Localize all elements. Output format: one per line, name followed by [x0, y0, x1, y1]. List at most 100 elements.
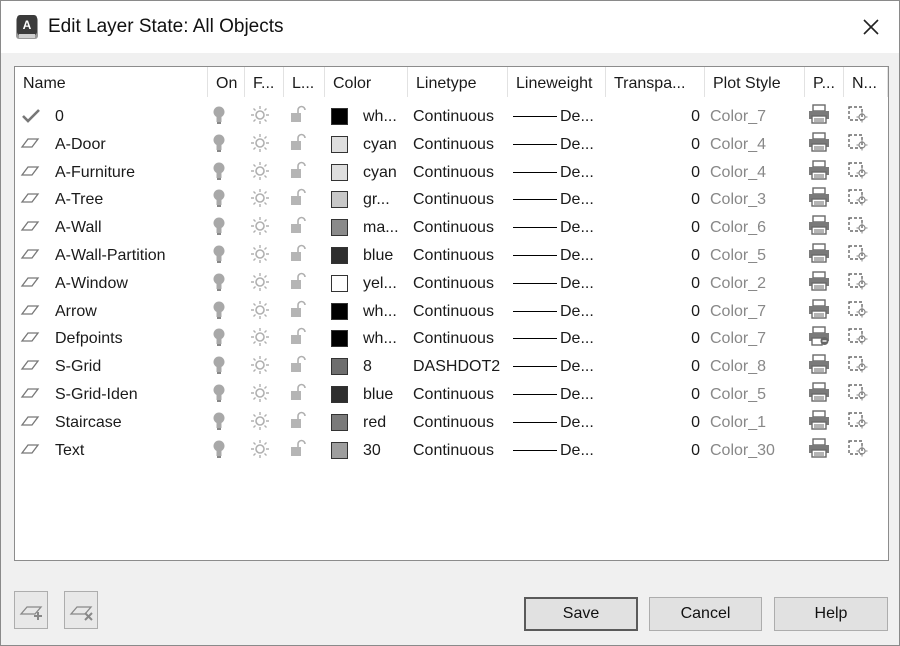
linetype[interactable]: DASHDOT2 [413, 351, 507, 378]
transparency[interactable]: 0 [606, 407, 700, 434]
linetype[interactable]: Continuous [413, 129, 507, 156]
lineweight[interactable]: De... [560, 435, 604, 462]
lineweight[interactable]: De... [560, 212, 604, 239]
unlocked-icon[interactable] [289, 161, 307, 186]
printer-icon[interactable] [808, 298, 830, 324]
color-swatch[interactable] [331, 135, 348, 153]
new-vp-freeze-icon[interactable] [847, 132, 869, 157]
color-name[interactable]: blue [363, 240, 407, 267]
unlocked-icon[interactable] [289, 327, 307, 352]
printer-icon[interactable] [808, 243, 830, 268]
printer-icon[interactable] [808, 159, 830, 185]
on-lightbulb-icon[interactable] [212, 300, 226, 325]
on-lightbulb-icon[interactable] [212, 383, 226, 408]
printer-icon[interactable] [808, 104, 830, 129]
printer-icon[interactable] [808, 382, 830, 407]
unlocked-icon[interactable] [289, 355, 307, 380]
color-swatch[interactable] [331, 330, 348, 348]
color-name[interactable]: 8 [363, 351, 407, 378]
on-lightbulb-icon[interactable] [212, 105, 226, 130]
linetype[interactable]: Continuous [413, 379, 507, 406]
thaw-sun-icon[interactable] [250, 161, 270, 186]
layer-row[interactable]: Defpoints wh... Continuous De... 0 Color_7 [15, 323, 888, 350]
column-header-lineweight[interactable]: Lineweight [508, 67, 606, 97]
unlocked-icon[interactable] [289, 300, 307, 325]
column-header-on[interactable]: On [208, 67, 245, 97]
layer-row[interactable]: A-Furniture cyan Continuous De... 0 Color_4 [15, 157, 888, 184]
color-swatch[interactable] [331, 274, 348, 292]
color-swatch[interactable] [331, 441, 348, 459]
on-lightbulb-icon[interactable] [212, 161, 226, 186]
color-swatch[interactable] [331, 191, 348, 209]
layer-list[interactable]: Name On F... L... Color Linetype Lineweight Tra… [14, 66, 889, 561]
close-icon[interactable] [853, 9, 889, 45]
layer-row[interactable]: S-Grid 8 DASHDOT2 De... 0 Color_8 [15, 351, 888, 378]
on-lightbulb-icon[interactable] [212, 327, 226, 352]
lineweight[interactable]: De... [560, 323, 604, 350]
transparency[interactable]: 0 [606, 268, 700, 295]
layer-row[interactable]: A-Window yel... Continuous De... 0 Color_2 [15, 268, 888, 295]
color-name[interactable]: red [363, 407, 407, 434]
transparency[interactable]: 0 [606, 379, 700, 406]
color-name[interactable]: cyan [363, 129, 407, 156]
thaw-sun-icon[interactable] [250, 216, 270, 241]
thaw-sun-icon[interactable] [250, 300, 270, 325]
layer-row[interactable]: A-Door cyan Continuous De... 0 Color_4 [15, 129, 888, 156]
column-header-plot-style[interactable]: Plot Style [705, 67, 805, 97]
on-lightbulb-icon[interactable] [212, 188, 226, 213]
transparency[interactable]: 0 [606, 296, 700, 323]
linetype[interactable]: Continuous [413, 407, 507, 434]
color-swatch[interactable] [331, 358, 348, 376]
color-name[interactable]: 30 [363, 435, 407, 462]
linetype[interactable]: Continuous [413, 240, 507, 267]
layer-row[interactable]: Text 30 Continuous De... 0 Color_30 [15, 435, 888, 462]
column-header-new-vp-freeze[interactable]: N... [844, 67, 888, 97]
color-name[interactable]: ma... [363, 212, 407, 239]
thaw-sun-icon[interactable] [250, 188, 270, 213]
unlocked-icon[interactable] [289, 216, 307, 241]
lineweight[interactable]: De... [560, 379, 604, 406]
printer-icon[interactable] [808, 437, 830, 463]
layer-row[interactable]: Staircase red Continuous De... 0 Color_1 [15, 407, 888, 434]
lineweight[interactable]: De... [560, 101, 604, 128]
transparency[interactable]: 0 [606, 212, 700, 239]
column-header-linetype[interactable]: Linetype [408, 67, 508, 97]
unlocked-icon[interactable] [289, 272, 307, 297]
linetype[interactable]: Continuous [413, 323, 507, 350]
on-lightbulb-icon[interactable] [212, 133, 226, 158]
color-name[interactable]: wh... [363, 296, 407, 323]
printer-icon[interactable] [808, 354, 830, 379]
lineweight[interactable]: De... [560, 184, 604, 211]
new-vp-freeze-icon[interactable] [847, 410, 869, 435]
lineweight[interactable]: De... [560, 157, 604, 184]
color-swatch[interactable] [331, 386, 348, 403]
printer-icon[interactable] [808, 132, 830, 157]
layer-row[interactable]: 0 wh... Continuous De... 0 Color_7 [15, 101, 888, 128]
column-header-lock[interactable]: L... [284, 67, 325, 97]
thaw-sun-icon[interactable] [250, 383, 270, 408]
unlocked-icon[interactable] [289, 105, 307, 130]
new-vp-freeze-icon[interactable] [847, 215, 869, 240]
printer-icon[interactable] [808, 187, 830, 212]
remove-layers-button[interactable] [64, 591, 98, 629]
transparency[interactable]: 0 [606, 240, 700, 267]
linetype[interactable]: Continuous [413, 101, 507, 128]
color-swatch[interactable] [331, 163, 348, 181]
lineweight[interactable]: De... [560, 268, 604, 295]
unlocked-icon[interactable] [289, 244, 307, 269]
new-vp-freeze-icon[interactable] [847, 326, 869, 351]
new-vp-freeze-icon[interactable] [847, 243, 869, 268]
thaw-sun-icon[interactable] [250, 105, 270, 130]
color-swatch[interactable] [331, 247, 348, 264]
on-lightbulb-icon[interactable] [212, 355, 226, 380]
thaw-sun-icon[interactable] [250, 244, 270, 269]
lineweight[interactable]: De... [560, 129, 604, 156]
lineweight[interactable]: De... [560, 296, 604, 323]
new-vp-freeze-icon[interactable] [847, 438, 869, 463]
help-button[interactable]: Help [774, 597, 888, 631]
color-name[interactable]: yel... [363, 268, 407, 295]
new-vp-freeze-icon[interactable] [847, 271, 869, 296]
save-button[interactable]: Save [524, 597, 638, 631]
add-layers-button[interactable] [14, 591, 48, 629]
unlocked-icon[interactable] [289, 383, 307, 408]
